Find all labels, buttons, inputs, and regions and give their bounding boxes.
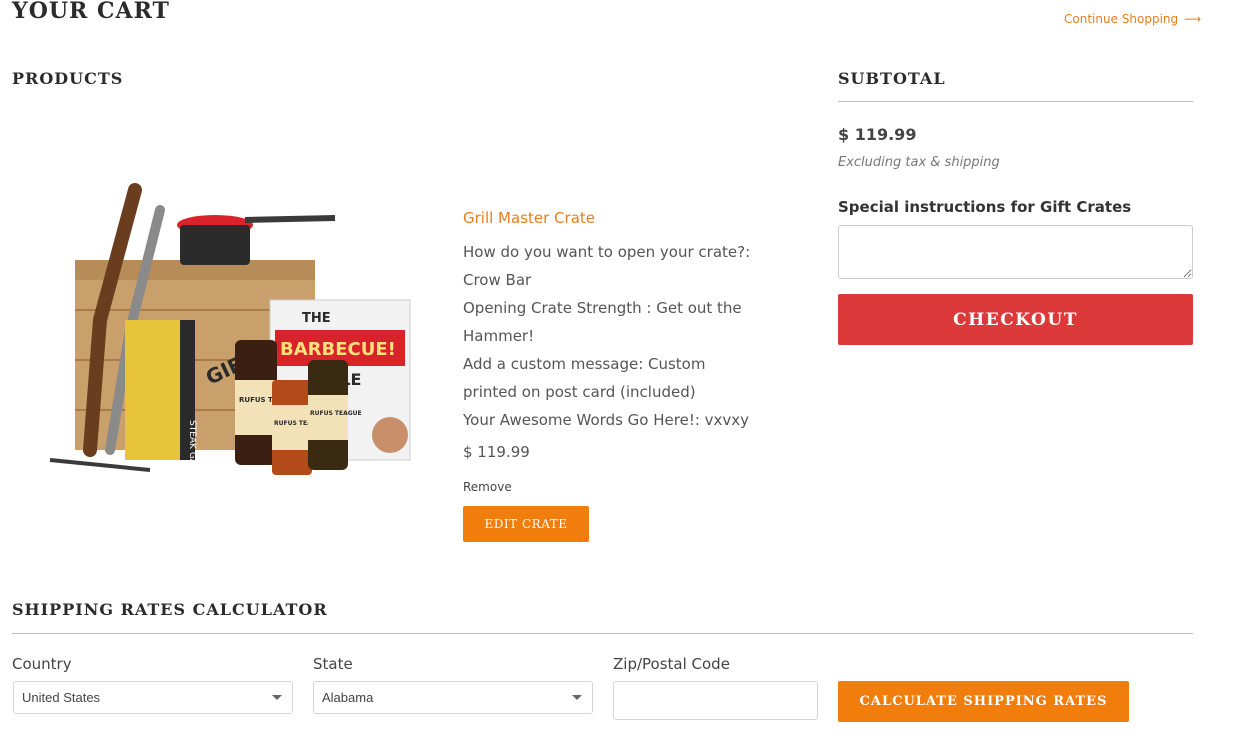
arrow-right-icon: ⟶	[1183, 12, 1202, 26]
product-option-line: Crow Bar	[463, 271, 532, 289]
continue-shopping-label: Continue Shopping	[1064, 12, 1179, 26]
svg-text:THE: THE	[302, 311, 331, 326]
product-option-line: Add a custom message: Custom	[463, 355, 706, 373]
shipping-heading: SHIPPING RATES CALCULATOR	[12, 600, 328, 619]
svg-text:STEAK GAUGE: STEAK GAUGE	[187, 420, 197, 480]
chevron-down-icon	[272, 695, 282, 700]
subtotal-divider	[838, 101, 1193, 102]
product-option-line: Opening Crate Strength : Get out the	[463, 299, 742, 317]
checkout-button[interactable]: CHECKOUT	[838, 294, 1193, 345]
calculate-shipping-button[interactable]: CALCULATE SHIPPING RATES	[838, 681, 1129, 722]
country-select[interactable]: United States	[13, 681, 293, 714]
country-select-value: United States	[22, 690, 101, 705]
subtotal-note: Excluding tax & shipping	[838, 155, 1000, 170]
edit-crate-button[interactable]: EDIT CRATE	[463, 506, 589, 542]
product-option-line: Hammer!	[463, 327, 535, 345]
product-option-line: How do you want to open your crate?:	[463, 243, 751, 261]
product-option-line: printed on post card (included)	[463, 383, 696, 401]
shipping-divider	[12, 633, 1193, 634]
special-instructions-input[interactable]	[838, 225, 1193, 279]
product-image: GIFT CRATE STEAK GAUGE THE BARBECUE! BIB…	[49, 183, 411, 480]
state-select-value: Alabama	[322, 690, 374, 705]
country-label: Country	[12, 655, 72, 673]
svg-text:BARBECUE!: BARBECUE!	[280, 339, 396, 360]
page-title: YOUR CART	[12, 0, 170, 24]
product-title-link[interactable]: Grill Master Crate	[463, 209, 595, 227]
chevron-down-icon	[572, 695, 582, 700]
state-label: State	[313, 655, 353, 673]
continue-shopping-link[interactable]: Continue Shopping ⟶	[1064, 12, 1201, 26]
subtotal-amount: $ 119.99	[838, 125, 917, 144]
product-option-line: Your Awesome Words Go Here!: vxvxy	[463, 411, 750, 429]
svg-text:RUFUS TEAGUE: RUFUS TEAGUE	[310, 410, 362, 417]
special-instructions-label: Special instructions for Gift Crates	[838, 198, 1132, 216]
remove-link[interactable]: Remove	[463, 480, 512, 494]
zip-label: Zip/Postal Code	[613, 655, 730, 673]
state-select[interactable]: Alabama	[313, 681, 593, 714]
subtotal-heading: SUBTOTAL	[838, 69, 946, 88]
zip-input[interactable]	[613, 681, 818, 720]
pot-shape	[180, 225, 250, 265]
products-heading: PRODUCTS	[12, 69, 124, 88]
product-price: $ 119.99	[463, 443, 530, 461]
